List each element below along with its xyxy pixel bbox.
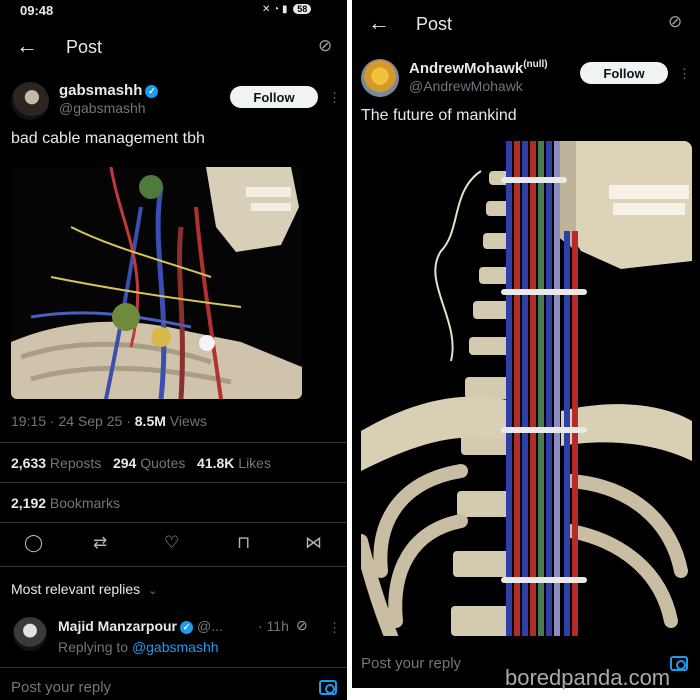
divider bbox=[0, 442, 347, 443]
like-icon[interactable]: ♡ bbox=[164, 533, 179, 553]
replying-to: Replying to @gabsmashh bbox=[58, 639, 219, 655]
quotes-label: Quotes bbox=[136, 455, 186, 471]
watermark-brand: bored bbox=[505, 665, 562, 690]
bookmarks-label: Bookmarks bbox=[46, 495, 120, 511]
author-handle: @AndrewMohawk bbox=[409, 78, 523, 94]
views-count: 8.5M bbox=[134, 413, 166, 429]
status-icons: ✕ ◔ ▮ 58 bbox=[262, 4, 312, 15]
more-icon[interactable]: ⋮ bbox=[678, 66, 691, 82]
more-icon[interactable]: ⋮ bbox=[328, 620, 341, 636]
status-time: 09:48 bbox=[20, 3, 54, 18]
author-handle: @gabsmashh bbox=[59, 100, 146, 116]
replies-sort-dropdown[interactable]: Most relevant replies ⌄ bbox=[11, 581, 157, 597]
anatomy-illustration bbox=[361, 141, 692, 636]
divider bbox=[0, 482, 347, 483]
reposts-label: Reposts bbox=[46, 455, 102, 471]
replying-to-handle[interactable]: @gabsmashh bbox=[132, 639, 219, 655]
reply-icon[interactable]: ◯ bbox=[24, 533, 43, 553]
left-screenshot: 09:48 ✕ ◔ ▮ 58 ← Post ⊘ gabsmashh ✓ @gabs… bbox=[0, 0, 347, 700]
verified-badge-icon: ✓ bbox=[180, 621, 194, 634]
quotes-stat[interactable]: 294 Quotes bbox=[113, 455, 185, 471]
quotes-count: 294 bbox=[112, 455, 137, 471]
post-text: bad cable management tbh bbox=[11, 130, 205, 147]
engagement-stats: 2,633 Reposts 294 Quotes 41.8K Likes bbox=[11, 455, 271, 471]
follow-button[interactable]: Follow bbox=[580, 62, 668, 84]
avatar[interactable] bbox=[361, 59, 399, 97]
reply-input[interactable]: Post your reply bbox=[361, 655, 461, 672]
mute-icon: ✕ bbox=[262, 4, 271, 15]
bookmark-icon[interactable]: ⊓ bbox=[237, 533, 250, 553]
reposts-count: 2,633 bbox=[11, 455, 47, 471]
author-name[interactable]: AndrewMohawk(null) bbox=[409, 59, 548, 77]
post-image[interactable] bbox=[361, 141, 692, 636]
reply-input[interactable]: Post your reply bbox=[11, 679, 111, 696]
camera-icon[interactable] bbox=[670, 656, 688, 671]
reposts-stat[interactable]: 2,633 Reposts bbox=[11, 455, 101, 471]
share-icon[interactable]: ⋈ bbox=[305, 533, 322, 553]
grok-icon[interactable]: ⊘ bbox=[318, 36, 332, 56]
chevron-down-icon: ⌄ bbox=[148, 585, 158, 597]
page-title: Post bbox=[416, 14, 453, 34]
repost-icon[interactable]: ⇄ bbox=[93, 533, 107, 553]
divider bbox=[0, 522, 347, 523]
divider bbox=[0, 667, 347, 668]
follow-button[interactable]: Follow bbox=[230, 86, 318, 108]
avatar[interactable] bbox=[11, 82, 49, 120]
right-screenshot: ← Post ⊘ AndrewMohawk(null) @AndrewMohaw… bbox=[352, 0, 700, 688]
post-image[interactable] bbox=[11, 167, 302, 399]
replying-to-label: Replying to bbox=[58, 639, 132, 655]
anatomy-illustration bbox=[11, 167, 302, 399]
grok-icon[interactable]: ⊘ bbox=[668, 12, 682, 32]
reply-author-handle: @... bbox=[197, 618, 223, 634]
post-meta: 19:15 · 24 Sep 25 · 8.5M Views bbox=[11, 413, 207, 429]
post-timestamp: 19:15 · 24 Sep 25 · bbox=[11, 413, 135, 429]
likes-stat[interactable]: 41.8K Likes bbox=[197, 455, 271, 471]
likes-label: Likes bbox=[234, 455, 271, 471]
views-label: Views bbox=[165, 413, 207, 429]
grok-icon[interactable]: ⊘ bbox=[296, 617, 308, 634]
verified-badge-icon: ✓ bbox=[145, 85, 159, 98]
author-name[interactable]: gabsmashh ✓ bbox=[59, 82, 159, 99]
page-title: Post bbox=[66, 37, 103, 57]
post-text: The future of mankind bbox=[361, 107, 517, 124]
reply-author-name: Majid Manzarpour bbox=[58, 618, 178, 634]
bookmarks-count: 2,192 bbox=[11, 495, 47, 511]
likes-count: 41.8K bbox=[197, 455, 235, 471]
back-arrow-icon[interactable]: ← bbox=[368, 12, 390, 34]
author-display-name: gabsmashh bbox=[59, 82, 143, 99]
reply-author[interactable]: Majid Manzarpour ✓ @... bbox=[58, 618, 223, 634]
back-arrow-icon[interactable]: ← bbox=[16, 35, 38, 57]
bookmarks-stat[interactable]: 2,192 Bookmarks bbox=[11, 495, 120, 511]
wifi-icon: ◔ bbox=[273, 4, 280, 15]
signal-icon: ▮ bbox=[282, 4, 288, 15]
divider bbox=[0, 566, 347, 567]
author-name-suffix: (null) bbox=[523, 59, 548, 70]
camera-icon[interactable] bbox=[319, 680, 337, 695]
watermark-logo: boredpanda.com bbox=[505, 665, 670, 691]
more-icon[interactable]: ⋮ bbox=[328, 90, 341, 106]
watermark-domain: panda.com bbox=[561, 665, 671, 690]
reply-time: · 11h bbox=[258, 618, 289, 634]
replies-sort-label: Most relevant replies bbox=[11, 581, 141, 597]
author-display-name: AndrewMohawk bbox=[409, 60, 524, 77]
battery-indicator: 58 bbox=[293, 4, 312, 14]
reply-avatar[interactable] bbox=[13, 617, 47, 651]
